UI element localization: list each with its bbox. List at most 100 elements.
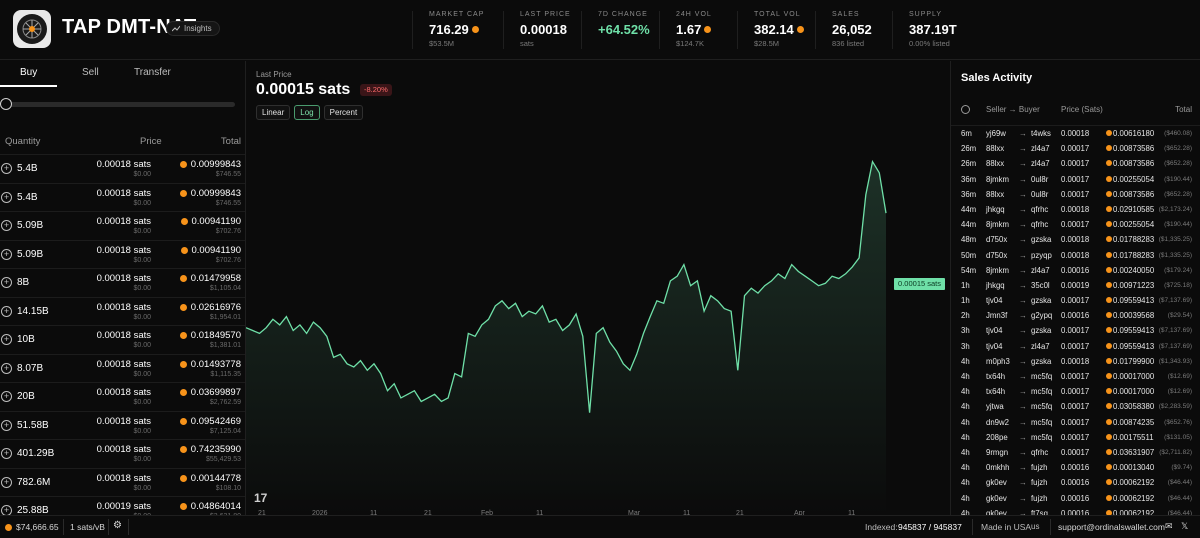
sale-row[interactable]: 2h Jmn3f → g2ypq 0.00016 0.00039568 ($29.54) <box>951 308 1200 323</box>
listing-row[interactable]: +401.29B 0.00018 sats $0.00 0.74235990 $55,4… <box>0 439 245 468</box>
tab-sell[interactable]: Sell <box>82 67 99 78</box>
sale-row[interactable]: 44m jhkgq → qfrhc 0.00018 0.02910585 ($2,173.2… <box>951 202 1200 217</box>
add-listing-icon[interactable]: + <box>1 334 12 345</box>
sale-row[interactable]: 4h 208pe → mc5fq 0.00017 0.00175511 ($131.05) <box>951 430 1200 445</box>
add-listing-icon[interactable]: + <box>1 248 12 260</box>
mail-icon[interactable]: ✉ <box>1165 521 1173 532</box>
sale-row[interactable]: 4h tx64h → mc5fq 0.00017 0.00017000 ($12.69) <box>951 384 1200 399</box>
listing-row[interactable]: +10B 0.00018 sats $0.00 0.01849570 $1,381.01 <box>0 325 245 354</box>
add-listing-icon[interactable]: + <box>1 277 12 288</box>
listing-price: 0.00018 sats <box>96 330 151 341</box>
btc-coin-icon <box>1106 494 1112 501</box>
tradingview-logo[interactable]: 17 <box>254 491 267 505</box>
add-listing-icon[interactable]: + <box>1 419 12 431</box>
sale-total: 0.00255054 <box>1113 174 1155 184</box>
listing-price-usd: $0.00 <box>133 370 151 378</box>
listing-row[interactable]: +5.09B 0.00018 sats $0.00 0.00941190 $702.76 <box>0 211 245 240</box>
add-listing-icon[interactable]: + <box>1 448 12 459</box>
sale-time: 4h <box>961 463 970 473</box>
sale-time: 36m <box>961 189 977 199</box>
listing-row[interactable]: +25.88B0.00019 sats$0.000.04864014$3,631… <box>0 496 245 515</box>
add-listing-icon[interactable]: + <box>1 505 12 515</box>
price-chart[interactable]: 0.00015 sats 17 <box>246 127 949 515</box>
sale-price: 0.00017 <box>1061 159 1090 169</box>
sale-total: 0.09559413 <box>1113 296 1155 306</box>
sale-row[interactable]: 3h tjv04 → zl4a7 0.00017 0.09559413 ($7,137.69… <box>951 339 1200 354</box>
sale-total: 0.00062192 <box>1113 478 1155 488</box>
sale-row[interactable]: 26m 88lxx → zl4a7 0.00017 0.00873586 ($652.28) <box>951 141 1200 156</box>
tab-transfer[interactable]: Transfer <box>134 67 171 78</box>
listing-quantity: 8B <box>17 277 30 288</box>
sale-row[interactable]: 1h jhkgq → 35c0l 0.00019 0.00971223 ($725.18) <box>951 278 1200 293</box>
listing-row[interactable]: +5.09B 0.00018 sats $0.00 0.00941190 $702.76 <box>0 239 245 269</box>
listing-price: 0.00018 sats <box>96 273 151 284</box>
add-listing-icon[interactable]: + <box>1 163 12 174</box>
arrow-right-icon: → <box>1019 204 1027 214</box>
listing-row[interactable]: +8B 0.00018 sats $0.00 0.01479958 $1,105.04 <box>0 268 245 297</box>
insights-button[interactable]: Insights <box>166 21 220 36</box>
scale-linear-button[interactable]: Linear <box>256 105 291 120</box>
scale-percent-button[interactable]: Percent <box>323 105 364 120</box>
listing-row[interactable]: +5.4B 0.00018 sats $0.00 0.00999843 $746.55 <box>0 154 245 183</box>
add-listing-icon[interactable]: + <box>1 362 12 374</box>
btc-coin-icon <box>1106 297 1112 304</box>
add-listing-icon[interactable]: + <box>1 391 12 402</box>
sale-row[interactable]: 1h tjv04 → gzska 0.00017 0.09559413 ($7,137.69… <box>951 293 1200 308</box>
sale-row[interactable]: 4h dn9w2 → mc5fq 0.00017 0.00874235 ($652.76) <box>951 415 1200 430</box>
sale-time: 4h <box>961 478 970 488</box>
quantity-slider-track[interactable] <box>5 102 235 107</box>
sale-price: 0.00017 <box>1061 402 1090 412</box>
sale-seller: 88lxx <box>986 189 1005 199</box>
add-listing-icon[interactable]: + <box>1 305 12 317</box>
sale-total: 0.03058380 <box>1113 402 1155 412</box>
quantity-slider-handle[interactable] <box>0 98 12 110</box>
sale-row[interactable]: 4h 9rmgn → qfrhc 0.00017 0.03631907 ($2,711.82… <box>951 445 1200 460</box>
sale-row[interactable]: 4h 0mkhh → fujzh 0.00016 0.00013040 ($9.74) <box>951 460 1200 475</box>
sale-row[interactable]: 36m 8jmkm → 0ul8r 0.00017 0.00255054 ($190.44) <box>951 172 1200 187</box>
sale-row[interactable]: 36m 88lxx → 0ul8r 0.00017 0.00873586 ($652.28) <box>951 187 1200 202</box>
settings-icon[interactable]: ⚙ <box>113 520 122 531</box>
sale-row[interactable]: 4h tx64h → mc5fq 0.00017 0.00017000 ($12.69) <box>951 369 1200 384</box>
stat-market-cap: MARKET CAP 716.29 $53.5M <box>412 11 484 49</box>
sale-seller: dn9w2 <box>986 417 1009 427</box>
tab-buy[interactable]: Buy <box>20 67 37 78</box>
sale-price: 0.00017 <box>1061 326 1090 336</box>
sale-total-usd: ($652.76) <box>1164 418 1192 426</box>
sale-row[interactable]: 4h m0ph3 → gzska 0.00018 0.01799900 ($1,343.93… <box>951 354 1200 369</box>
listing-row[interactable]: +14.15B 0.00018 sats $0.00 0.02616976 $1,954… <box>0 296 245 326</box>
btc-coin-icon <box>180 246 188 254</box>
sale-price: 0.00017 <box>1061 432 1090 442</box>
listing-total: 0.01493778 <box>179 359 241 370</box>
support-email-link[interactable]: support@ordinalswallet.com <box>1058 522 1165 532</box>
sale-row[interactable]: 4h gk0ev → fujzh 0.00016 0.00062192 ($46.44) <box>951 491 1200 506</box>
listing-row[interactable]: +8.07B 0.00018 sats $0.00 0.01493778 $1,115.… <box>0 353 245 383</box>
sale-row[interactable]: 4h gk0ev → fujzh 0.00016 0.00062192 ($46.44) <box>951 475 1200 490</box>
listing-price: 0.00018 sats <box>96 216 151 227</box>
listing-total: 0.01479958 <box>179 273 241 284</box>
add-listing-icon[interactable]: + <box>1 220 12 231</box>
listing-row[interactable]: +782.6M 0.00018 sats $0.00 0.00144778 $108.1… <box>0 467 245 497</box>
listing-row[interactable]: +5.4B 0.00018 sats $0.00 0.00999843 $746.55 <box>0 182 245 212</box>
sale-row[interactable]: 6m yj69w → t4wks 0.00018 0.00616180 ($460.08) <box>951 126 1200 141</box>
listing-row[interactable]: +20B 0.00018 sats $0.00 0.03699897 $2,762.59 <box>0 382 245 411</box>
btc-coin-icon <box>1106 312 1112 319</box>
sale-total-usd: ($2,711.82) <box>1159 448 1192 456</box>
add-listing-icon[interactable]: + <box>1 476 12 488</box>
sale-row[interactable]: 54m 8jmkm → zl4a7 0.00016 0.00240050 ($179.24) <box>951 263 1200 278</box>
sale-row[interactable]: 50m d750x → pzyqp 0.00018 0.01788283 ($1,335.2… <box>951 248 1200 263</box>
sale-row[interactable]: 44m 8jmkm → qfrhc 0.00017 0.00255054 ($190.44) <box>951 217 1200 232</box>
scale-log-button[interactable]: Log <box>294 105 320 120</box>
sale-price: 0.00016 <box>1061 478 1090 488</box>
listing-row[interactable]: +51.58B 0.00018 sats $0.00 0.09542469 $7,125… <box>0 410 245 440</box>
sale-buyer: zl4a7 <box>1031 144 1050 154</box>
sale-row[interactable]: 3h tjv04 → gzska 0.00017 0.09559413 ($7,137.69… <box>951 323 1200 338</box>
btc-coin-icon <box>1106 281 1112 288</box>
x-social-icon[interactable]: 𝕏 <box>1181 521 1188 532</box>
sale-row[interactable]: 48m d750x → gzska 0.00018 0.01788283 ($1,335.2… <box>951 232 1200 247</box>
sale-row[interactable]: 26m 88lxx → zl4a7 0.00017 0.00873586 ($652.28) <box>951 156 1200 171</box>
sale-row[interactable]: 4h gk0ev → ft7sq 0.00016 0.00062192 ($46.44) <box>951 506 1200 515</box>
stat-label: 7D CHANGE <box>598 11 648 18</box>
add-listing-icon[interactable]: + <box>1 191 12 203</box>
btc-coin-icon <box>1106 373 1112 379</box>
sale-row[interactable]: 4h yjtwa → mc5fq 0.00017 0.03058380 ($2,283.59… <box>951 399 1200 414</box>
